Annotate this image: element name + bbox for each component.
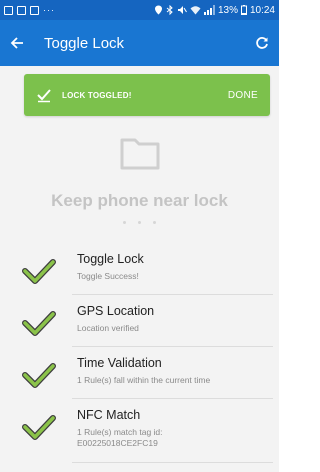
- notification-icon: [17, 5, 26, 15]
- step-title: Toggle Lock: [77, 252, 144, 266]
- instruction-text: Keep phone near lock: [51, 191, 228, 210]
- status-right-icons: 13% 10:24: [154, 5, 275, 16]
- step-title: NFC Match: [77, 408, 141, 422]
- battery-percent: 13%: [217, 4, 238, 16]
- green-check-icon: [22, 363, 56, 388]
- step-subtitle: 1 Rule(s) match tag id: E00225018CE2FC19: [77, 427, 163, 448]
- green-check-icon: [22, 311, 56, 336]
- step-title: GPS Location: [77, 304, 155, 318]
- arrow-left-icon: [10, 37, 23, 49]
- more-notifications-indicator: ···: [43, 5, 55, 15]
- back-button[interactable]: [0, 20, 34, 66]
- notification-icon: [4, 5, 13, 15]
- done-button[interactable]: DONE: [228, 90, 258, 101]
- location-icon: [154, 5, 162, 15]
- folder-icon: [120, 138, 160, 170]
- bluetooth-icon: [166, 5, 173, 15]
- divider: [72, 294, 273, 295]
- divider: [72, 346, 273, 347]
- divider: [72, 462, 273, 463]
- divider: [72, 398, 273, 399]
- success-snackbar: LOCK TOGGLED! DONE: [24, 74, 270, 116]
- status-left-icons: ···: [4, 5, 55, 15]
- green-check-icon: [22, 415, 56, 440]
- refresh-button[interactable]: [245, 20, 279, 66]
- battery-icon: [240, 5, 247, 15]
- step-subtitle: 1 Rule(s) fall within the current time: [77, 375, 211, 385]
- main-content: LOCK TOGGLED! DONE Keep phone near lock …: [0, 66, 279, 472]
- mute-icon: [177, 6, 187, 14]
- signal-icon: [203, 5, 215, 15]
- status-bar: ··· 13% 10:24: [0, 0, 279, 20]
- green-check-icon: [22, 259, 56, 284]
- check-icon: [37, 89, 51, 103]
- clock: 10:24: [249, 4, 275, 16]
- step-title: Time Validation: [77, 356, 162, 370]
- image-icon: [30, 5, 39, 15]
- step-subtitle: Toggle Success!: [77, 271, 139, 281]
- wifi-icon: [190, 6, 201, 15]
- page-title: Toggle Lock: [44, 34, 125, 52]
- step-subtitle: Location verified: [77, 323, 139, 333]
- refresh-icon: [256, 37, 268, 49]
- snackbar-message: LOCK TOGGLED!: [62, 90, 132, 100]
- progress-dots: [0, 211, 279, 224]
- app-bar: Toggle Lock: [0, 20, 279, 66]
